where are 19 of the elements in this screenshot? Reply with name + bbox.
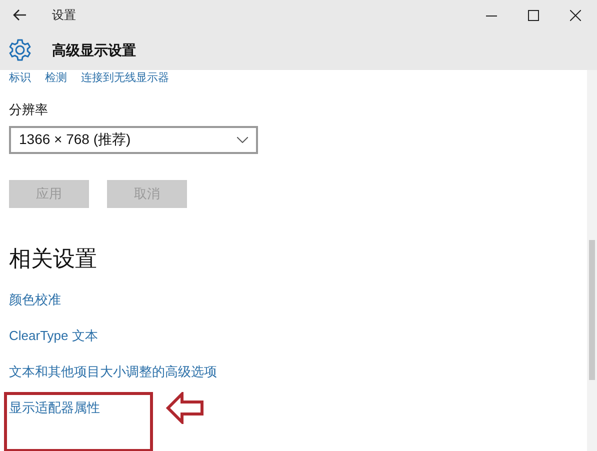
chevron-icon: [237, 136, 248, 142]
page-title: 高级显示设置: [52, 40, 136, 60]
link[interactable]: 标识: [9, 73, 31, 84]
resolution-dropdown[interactable]: 1366 × 768 (推荐): [9, 126, 258, 154]
field-label: 分辨率: [9, 101, 49, 119]
arrow-icon: [166, 392, 204, 424]
link[interactable]: 连接到无线显示器: [81, 73, 169, 84]
settings-link[interactable]: ClearType 文本: [9, 326, 98, 346]
settings-link[interactable]: 显示适配器属性: [9, 398, 100, 418]
close-icon[interactable]: [570, 10, 581, 20]
section-heading: 相关设置: [9, 248, 98, 270]
settings-link[interactable]: 文本和其他项目大小调整的高级选项: [9, 362, 217, 382]
window-title: 设置: [52, 7, 76, 24]
scrollbar[interactable]: [587, 70, 597, 451]
maximize-icon[interactable]: [528, 10, 539, 20]
settings-icon: [8, 38, 32, 62]
back-icon[interactable]: [13, 9, 27, 21]
link[interactable]: 检测: [45, 73, 67, 84]
settings-link[interactable]: 颜色校准: [9, 290, 61, 310]
